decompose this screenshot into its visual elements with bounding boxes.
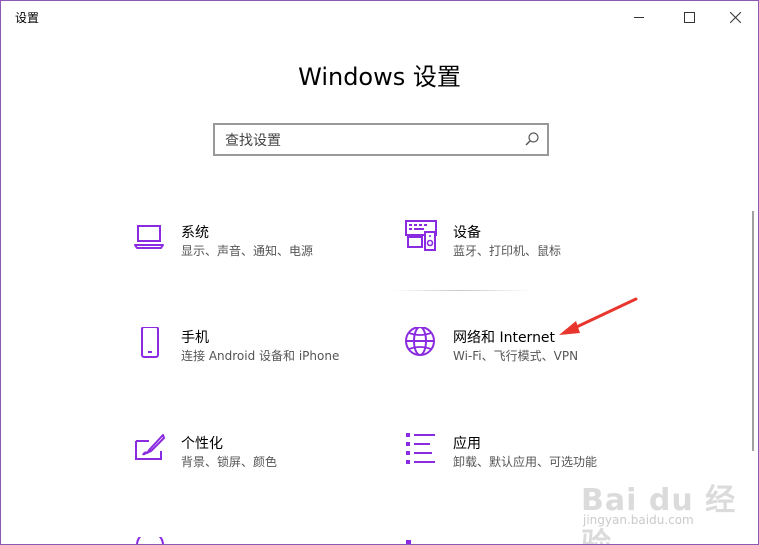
tile-apps[interactable]: 应用 卸载、默认应用、可选功能 xyxy=(405,433,645,483)
title-bar: 设置 xyxy=(1,1,758,33)
phone-icon xyxy=(141,327,159,358)
laptop-icon xyxy=(134,225,164,249)
tile-desc: 卸载、默认应用、可选功能 xyxy=(453,455,598,469)
tile-name: 个性化 xyxy=(181,436,223,452)
paint-brush-icon xyxy=(135,434,165,460)
tile-name: 网络和 Internet xyxy=(453,330,556,346)
search-icon[interactable] xyxy=(525,132,539,146)
tile-name: 手机 xyxy=(181,330,209,346)
tile-personalization[interactable]: 个性化 背景、锁屏、颜色 xyxy=(133,433,373,483)
window-title: 设置 xyxy=(15,11,40,25)
maximize-button[interactable] xyxy=(666,1,712,33)
annotation-arrow-icon xyxy=(559,297,638,335)
tile-name: 应用 xyxy=(453,436,481,452)
apps-list-icon xyxy=(406,433,435,464)
watermark: Bai du 经验 jingyan.baidu.com xyxy=(581,475,751,544)
divider xyxy=(391,290,531,291)
tile-name: 设备 xyxy=(453,225,481,241)
watermark-text: Bai du 经验 xyxy=(581,483,737,545)
page-title: Windows 设置 xyxy=(298,63,461,91)
close-icon xyxy=(729,11,741,23)
tile-desc: 连接 Android 设备和 iPhone xyxy=(181,349,340,363)
close-button[interactable] xyxy=(712,1,758,33)
search-box[interactable] xyxy=(213,123,549,156)
minimize-button[interactable] xyxy=(616,1,662,33)
watermark-url: jingyan.baidu.com xyxy=(583,513,694,527)
tile-system[interactable]: 系统 显示、声音、通知、电源 xyxy=(133,222,373,272)
tile-desc: 蓝牙、打印机、鼠标 xyxy=(453,244,562,258)
settings-window: 设置 Windows 设置 系统 显示、声音、通知、电源 xyxy=(0,0,759,545)
search-input[interactable] xyxy=(223,129,517,153)
tile-name: 系统 xyxy=(181,225,209,241)
tile-phone[interactable]: 手机 连接 Android 设备和 iPhone xyxy=(133,327,373,377)
scrollbar[interactable] xyxy=(752,211,754,451)
partial-tile-icon xyxy=(406,540,411,544)
keyboard-printer-icon xyxy=(405,220,437,251)
tile-desc: Wi-Fi、飞行模式、VPN xyxy=(453,349,579,363)
tile-devices[interactable]: 设备 蓝牙、打印机、鼠标 xyxy=(405,220,645,270)
globe-icon xyxy=(405,327,435,356)
maximize-icon xyxy=(683,11,695,23)
partial-tile-icon xyxy=(136,537,164,544)
tile-desc: 显示、声音、通知、电源 xyxy=(181,244,314,258)
minimize-icon xyxy=(633,16,644,18)
tile-desc: 背景、锁屏、颜色 xyxy=(181,455,278,469)
